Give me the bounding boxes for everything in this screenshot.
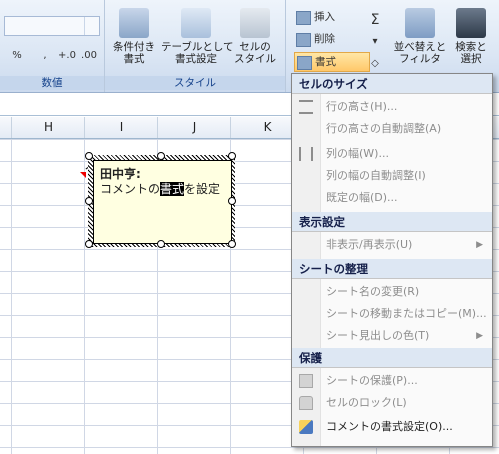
row-height-label: 行の高さ(H)... — [326, 100, 398, 113]
column-width-icon — [299, 147, 313, 161]
number-group-label: 数値 — [0, 76, 104, 90]
resize-handle[interactable] — [228, 240, 236, 248]
number-format-combo[interactable] — [4, 16, 100, 36]
format-label: 書式 — [315, 56, 336, 68]
menu-item-default-width[interactable]: 既定の幅(D)... — [292, 187, 492, 209]
menu-item-lock-cell[interactable]: セルのロック(L) — [292, 392, 492, 414]
lock-icon — [299, 396, 313, 410]
menu-item-protect-sheet[interactable]: シートの保護(P)... — [292, 370, 492, 392]
insert-label: 挿入 — [314, 11, 335, 23]
conditional-format-icon — [119, 8, 149, 38]
rename-sheet-label: シート名の変更(R) — [326, 285, 420, 298]
move-copy-sheet-label: シートの移動またはコピー(M)... — [326, 307, 487, 320]
resize-handle[interactable] — [85, 240, 93, 248]
find-select-button[interactable]: 検索と 選択 — [448, 6, 494, 70]
format-as-table-label: テーブルとして 書式設定 — [161, 41, 234, 65]
default-width-label: 既定の幅(D)... — [326, 191, 398, 204]
clear-button[interactable]: ◇ — [366, 54, 384, 74]
conditional-format-label: 条件付き 書式 — [113, 41, 155, 65]
insert-icon — [296, 11, 311, 25]
menu-item-autofit-column[interactable]: 列の幅の自動調整(I) — [292, 165, 492, 187]
conditional-format-button[interactable]: 条件付き 書式 — [107, 6, 161, 70]
menu-item-rename-sheet[interactable]: シート名の変更(R) — [292, 281, 492, 303]
insert-button[interactable]: 挿入 — [294, 8, 335, 26]
menu-item-row-height[interactable]: 行の高さ(H)... — [292, 96, 492, 118]
find-select-label: 検索と 選択 — [455, 41, 487, 65]
submenu-arrow-icon: ▶ — [476, 240, 483, 250]
lock-cell-label: セルのロック(L) — [326, 396, 407, 409]
comment-text-selected: 書式 — [160, 182, 185, 196]
comment-text[interactable]: コメントの書式を設定 — [100, 180, 220, 197]
fill-button[interactable]: ▾ — [366, 32, 384, 52]
format-as-table-button[interactable]: テーブルとして 書式設定 — [161, 6, 234, 70]
menu-section-cell-size: セルのサイズ — [292, 74, 492, 94]
binoculars-icon — [456, 8, 486, 38]
format-dropdown-menu: セルのサイズ 行の高さ(H)... 行の高さの自動調整(A) 列の幅(W)...… — [291, 73, 493, 447]
comment-text-after: を設定 — [184, 182, 221, 196]
comment-box[interactable]: 田中亨: コメントの書式を設定 — [93, 160, 232, 244]
comment-text-before: コメントの — [100, 182, 161, 196]
protect-sheet-label: シートの保護(P)... — [326, 374, 418, 387]
chevron-down-icon[interactable] — [84, 17, 99, 35]
delete-button[interactable]: 削除 — [294, 30, 335, 48]
resize-handle[interactable] — [228, 152, 236, 160]
increase-decimal-button[interactable]: +.0 — [56, 46, 78, 66]
cell-styles-label: セルの スタイル — [234, 41, 276, 65]
submenu-arrow-icon: ▶ — [476, 331, 483, 341]
table-format-icon — [181, 8, 211, 38]
menu-item-hide-unhide[interactable]: 非表示/再表示(U) ▶ — [292, 234, 492, 256]
comment-indicator — [80, 172, 86, 178]
format-button[interactable]: 書式 — [294, 52, 370, 72]
menu-section-visibility: 表示設定 — [292, 212, 492, 232]
format-comment-label: コメントの書式設定(O)... — [326, 420, 453, 433]
protect-sheet-icon — [299, 374, 313, 388]
resize-handle[interactable] — [157, 240, 165, 248]
autofit-row-label: 行の高さの自動調整(A) — [326, 122, 442, 135]
sort-filter-button[interactable]: 並べ替えと フィルタ — [392, 6, 448, 70]
number-group: % , +.0 .00 数値 — [0, 0, 105, 92]
style-group: 条件付き 書式 テーブルとして 書式設定 セルの スタイル スタイル — [105, 0, 286, 92]
menu-item-column-width[interactable]: 列の幅(W)... — [292, 143, 492, 165]
menu-item-move-copy-sheet[interactable]: シートの移動またはコピー(M)... — [292, 303, 492, 325]
menu-item-autofit-row[interactable]: 行の高さの自動調整(A) — [292, 118, 492, 140]
delete-icon — [296, 33, 311, 47]
resize-handle[interactable] — [157, 152, 165, 160]
menu-item-tab-color[interactable]: シート見出しの色(T) ▶ — [292, 325, 492, 347]
cell-styles-button[interactable]: セルの スタイル — [229, 6, 281, 70]
column-header-i[interactable]: I — [84, 117, 158, 138]
format-comment-icon — [299, 420, 313, 434]
format-icon — [297, 56, 312, 70]
column-width-label: 列の幅(W)... — [326, 147, 389, 160]
tab-color-label: シート見出しの色(T) — [326, 329, 430, 342]
menu-section-organize-sheets: シートの整理 — [292, 259, 492, 279]
resize-handle[interactable] — [85, 197, 93, 205]
hide-unhide-label: 非表示/再表示(U) — [326, 238, 413, 251]
cell-styles-icon — [240, 8, 270, 38]
sort-filter-label: 並べ替えと フィルタ — [393, 41, 447, 65]
menu-item-format-comment[interactable]: コメントの書式設定(O)... — [292, 416, 492, 438]
column-header-h[interactable]: H — [11, 117, 85, 138]
comma-button[interactable]: , — [36, 46, 54, 66]
percent-button[interactable]: % — [8, 46, 26, 66]
menu-section-protection: 保護 — [292, 348, 492, 368]
resize-handle[interactable] — [228, 197, 236, 205]
autofit-column-label: 列の幅の自動調整(I) — [326, 169, 426, 182]
decrease-decimal-button[interactable]: .00 — [78, 46, 100, 66]
resize-handle[interactable] — [85, 152, 93, 160]
delete-label: 削除 — [314, 33, 335, 45]
row-height-icon — [299, 100, 313, 114]
column-header-j[interactable]: J — [157, 117, 231, 138]
sort-filter-icon — [405, 8, 435, 38]
style-group-label: スタイル — [105, 76, 285, 90]
autosum-button[interactable]: Σ — [366, 10, 384, 30]
